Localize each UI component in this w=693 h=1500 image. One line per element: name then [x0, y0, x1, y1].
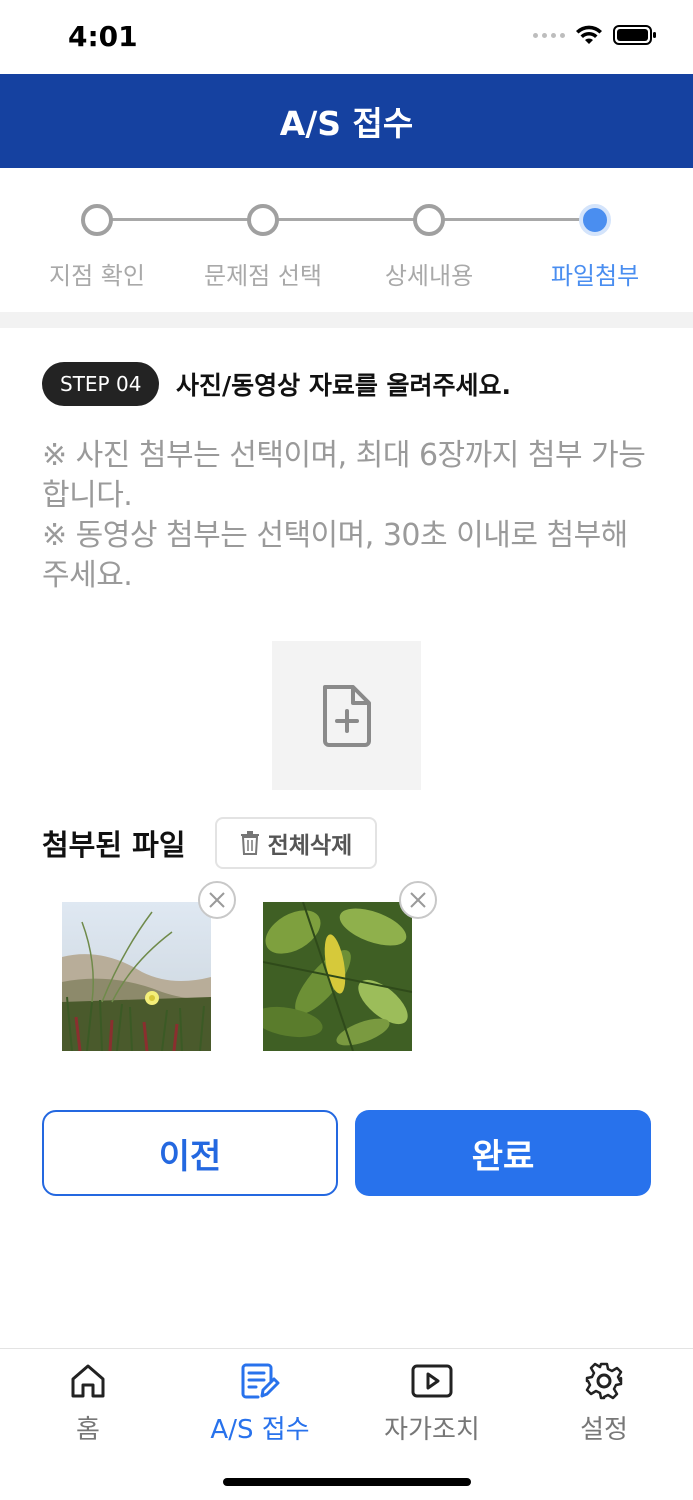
- tab-self-help-label: 자가조치: [384, 1415, 480, 1445]
- tab-as-register[interactable]: A/S 접수: [185, 1361, 335, 1446]
- close-icon: [209, 892, 225, 908]
- step-4-dot: [579, 204, 611, 236]
- step-badge: STEP 04: [42, 362, 160, 406]
- trash-icon: [240, 831, 259, 855]
- gear-icon: [585, 1362, 623, 1400]
- step-4-label: 파일첨부: [550, 262, 640, 290]
- battery-icon: [613, 25, 656, 45]
- remove-file-1-button[interactable]: [198, 881, 236, 919]
- progress-stepper: 지점 확인 문제점 선택 상세내용 파일첨부: [0, 168, 693, 310]
- notice-video: ※ 동영상 첨부는 선택이며, 30초 이내로 첨부해주세요.: [42, 518, 628, 593]
- status-bar: 4:01: [0, 0, 693, 74]
- step-2-dot: [247, 204, 279, 236]
- step-1-label: 지점 확인: [49, 262, 145, 290]
- status-icons: [533, 24, 657, 46]
- play-icon: [411, 1364, 453, 1398]
- notice-text: ※ 사진 첨부는 선택이며, 최대 6장까지 첨부 가능합니다. ※ 동영상 첨…: [42, 436, 652, 596]
- signal-icon: [533, 32, 565, 38]
- tab-self-help[interactable]: 자가조치: [357, 1361, 507, 1446]
- home-icon: [71, 1364, 105, 1398]
- tab-settings[interactable]: 설정: [529, 1361, 679, 1446]
- wifi-icon: [576, 25, 602, 44]
- step-3-dot: [413, 204, 445, 236]
- step-title: 사진/동영상 자료를 올려주세요.: [176, 371, 512, 400]
- document-edit-icon: [241, 1363, 280, 1399]
- step-connector: [112, 218, 250, 221]
- tab-settings-label: 설정: [580, 1415, 628, 1445]
- tab-home-label: 홈: [76, 1415, 100, 1445]
- attached-files-title: 첨부된 파일: [42, 828, 186, 862]
- photo-plant-flower: [62, 902, 211, 1051]
- remove-file-2-button[interactable]: [399, 881, 437, 919]
- step-1-dot: [81, 204, 113, 236]
- delete-all-label: 전체삭제: [267, 833, 353, 859]
- attached-thumbnail-2[interactable]: [263, 902, 412, 1051]
- add-file-button[interactable]: [272, 641, 421, 790]
- tab-as-register-label: A/S 접수: [210, 1415, 310, 1445]
- section-divider: [0, 312, 693, 328]
- attached-thumbnail-1[interactable]: [62, 902, 211, 1051]
- status-time: 4:01: [68, 20, 138, 53]
- complete-button[interactable]: 완료: [355, 1110, 651, 1196]
- step-connector: [444, 218, 582, 221]
- home-indicator: [223, 1478, 471, 1486]
- close-icon: [410, 892, 426, 908]
- page-title: A/S 접수: [279, 104, 414, 143]
- tab-home[interactable]: 홈: [13, 1361, 163, 1446]
- step-connector: [278, 218, 416, 221]
- delete-all-button[interactable]: 전체삭제: [215, 817, 377, 869]
- file-plus-icon: [322, 684, 371, 747]
- step-2-label: 문제점 선택: [203, 262, 323, 290]
- app-header: A/S 접수: [0, 74, 693, 168]
- previous-button[interactable]: 이전: [42, 1110, 338, 1196]
- step-3-label: 상세내용: [384, 262, 474, 290]
- photo-green-leaves: [263, 902, 412, 1051]
- notice-photo: ※ 사진 첨부는 선택이며, 최대 6장까지 첨부 가능합니다.: [42, 438, 646, 513]
